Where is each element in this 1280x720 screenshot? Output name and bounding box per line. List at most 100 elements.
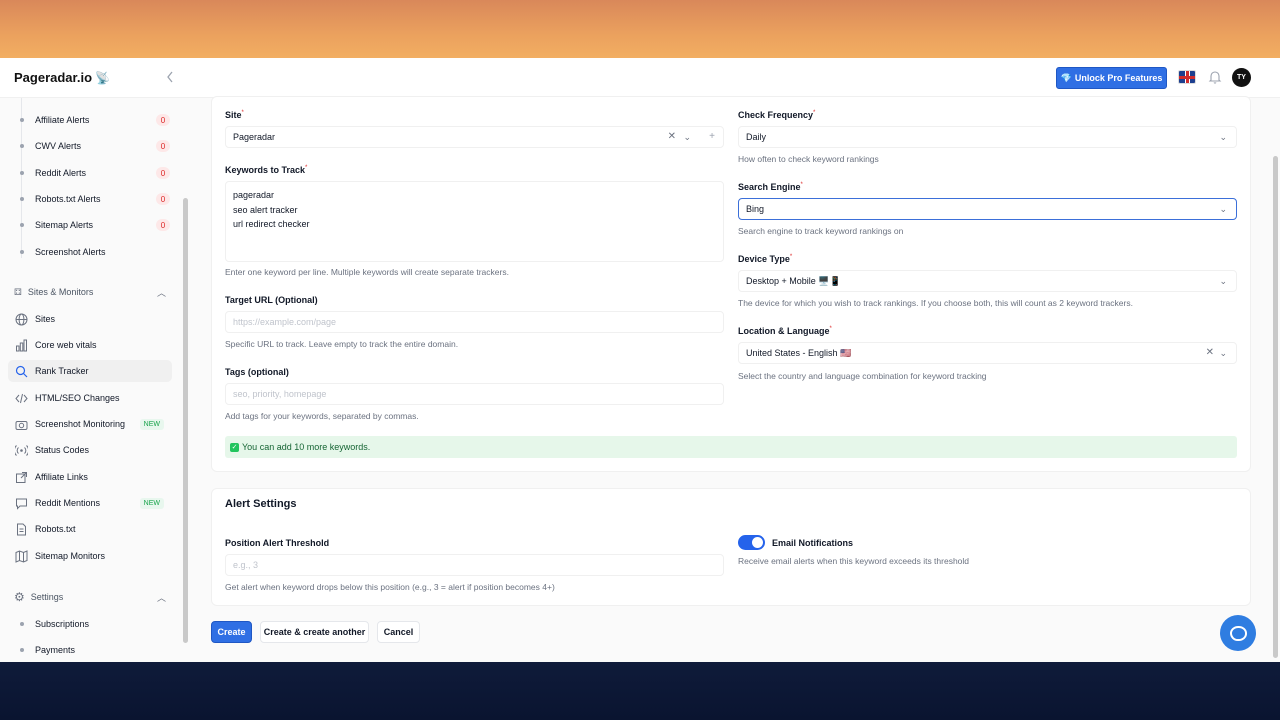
gem-icon: 💎 bbox=[1060, 72, 1072, 83]
keywords-textarea[interactable]: pageradar seo alert tracker url redirect… bbox=[225, 181, 724, 262]
sidebar-item-screenshot-alerts[interactable]: Screenshot Alerts bbox=[20, 242, 170, 262]
sidebar-item-label: Sitemap Alerts bbox=[35, 220, 94, 230]
sidebar-scrollbar[interactable] bbox=[183, 198, 188, 643]
threshold-help: Get alert when keyword drops below this … bbox=[225, 582, 555, 592]
sidebar-item-robots-alerts[interactable]: Robots.txt Alerts 0 bbox=[20, 189, 170, 209]
clear-icon[interactable]: ✕ bbox=[1206, 347, 1214, 358]
keywords-label: Keywords to Track* bbox=[225, 165, 308, 175]
chevron-down-icon[interactable]: ⌄ bbox=[683, 132, 691, 143]
gear-icon: ⚙ bbox=[14, 590, 25, 604]
device-type-help: The device for which you wish to track r… bbox=[738, 298, 1133, 308]
globe-icon bbox=[14, 312, 28, 326]
top-header: Pageradar.io 📡 💎 Unlock Pro Features TY bbox=[0, 58, 1280, 98]
external-link-icon bbox=[14, 470, 28, 484]
sidebar-group-sites-monitors[interactable]: ⚃ Sites & Monitors ︿ bbox=[14, 284, 166, 300]
threshold-input[interactable]: e.g., 3 bbox=[225, 554, 724, 576]
sidebar-item-label: CWV Alerts bbox=[35, 141, 82, 151]
check-frequency-select[interactable]: Daily ⌄ bbox=[738, 126, 1237, 148]
check-icon: ✓ bbox=[230, 442, 239, 452]
sidebar-group-label: Settings bbox=[30, 592, 64, 602]
search-engine-select[interactable]: Bing ⌄ bbox=[738, 198, 1237, 220]
count-badge: 0 bbox=[156, 167, 170, 179]
target-url-placeholder: https://example.com/page bbox=[233, 317, 337, 327]
sidebar-item-label: Payments bbox=[35, 645, 76, 655]
sidebar-group-settings[interactable]: ⚙ Settings ︿ bbox=[14, 589, 166, 605]
target-url-input[interactable]: https://example.com/page bbox=[225, 311, 724, 333]
sidebar-item-subscriptions[interactable]: Subscriptions bbox=[20, 614, 170, 634]
logo[interactable]: Pageradar.io 📡 bbox=[14, 70, 110, 85]
create-button[interactable]: Create bbox=[211, 621, 252, 643]
sidebar-item-reddit-alerts[interactable]: Reddit Alerts 0 bbox=[20, 163, 170, 183]
add-site-icon[interactable]: + bbox=[709, 131, 715, 142]
threshold-label: Position Alert Threshold bbox=[225, 538, 330, 548]
sidebar-item-affiliate-links[interactable]: Affiliate Links bbox=[8, 466, 172, 488]
chevron-down-icon: ⌄ bbox=[1219, 348, 1227, 358]
sidebar-item-label: Reddit Mentions bbox=[35, 498, 101, 508]
app-window: Pageradar.io 📡 💎 Unlock Pro Features TY … bbox=[0, 58, 1280, 662]
tags-input[interactable]: seo, priority, homepage bbox=[225, 383, 724, 405]
search-engine-value: Bing bbox=[746, 204, 765, 214]
tree-icon: ⚃ bbox=[14, 286, 22, 297]
collapse-sidebar-button[interactable] bbox=[163, 69, 177, 85]
keyword-line: seo alert tracker bbox=[233, 204, 298, 215]
site-select-value: Pageradar bbox=[233, 132, 276, 142]
clear-icon[interactable]: ✕ bbox=[668, 131, 676, 142]
keyword-quota-text: You can add 10 more keywords. bbox=[242, 442, 371, 452]
sidebar-item-reddit-mentions[interactable]: Reddit Mentions NEW bbox=[8, 492, 172, 514]
sidebar-item-affiliate-alerts[interactable]: Affiliate Alerts 0 bbox=[20, 110, 170, 130]
site-select[interactable]: Pageradar ✕ ⌄ + bbox=[225, 126, 724, 148]
sidebar-item-payments[interactable]: Payments bbox=[20, 640, 170, 660]
sidebar-item-status-codes[interactable]: Status Codes bbox=[8, 439, 172, 461]
check-frequency-help: How often to check keyword rankings bbox=[738, 154, 879, 164]
email-notifications-label: Email Notifications bbox=[772, 538, 854, 548]
keywords-help: Enter one keyword per line. Multiple key… bbox=[225, 267, 509, 277]
bar-chart-icon bbox=[14, 338, 28, 352]
chevron-down-icon: ⌄ bbox=[1219, 132, 1227, 142]
email-notifications-toggle[interactable] bbox=[738, 535, 765, 550]
camera-icon bbox=[14, 417, 28, 431]
tags-placeholder: seo, priority, homepage bbox=[233, 389, 327, 399]
count-badge: 0 bbox=[156, 219, 170, 231]
create-another-button[interactable]: Create & create another bbox=[260, 621, 369, 643]
sidebar-item-label: Core web vitals bbox=[35, 340, 97, 350]
signal-icon bbox=[14, 443, 28, 457]
sidebar-item-sitemap-monitors[interactable]: Sitemap Monitors bbox=[8, 545, 172, 567]
device-type-value: Desktop + Mobile 🖥️📱 bbox=[746, 275, 841, 286]
chevron-left-icon bbox=[167, 71, 173, 83]
sidebar-item-rank-tracker[interactable]: Rank Tracker bbox=[8, 360, 172, 382]
unlock-pro-label: Unlock Pro Features bbox=[1074, 73, 1163, 83]
new-badge: NEW bbox=[139, 497, 164, 509]
sidebar-item-sites[interactable]: Sites bbox=[8, 308, 172, 330]
sidebar-item-label: Reddit Alerts bbox=[35, 168, 87, 178]
code-icon bbox=[14, 391, 28, 405]
target-url-help: Specific URL to track. Leave empty to tr… bbox=[225, 339, 459, 349]
user-avatar[interactable]: TY bbox=[1232, 68, 1251, 87]
sidebar-item-label: Screenshot Monitoring bbox=[35, 419, 126, 429]
check-frequency-value: Daily bbox=[746, 132, 767, 142]
sidebar-item-label: Sitemap Monitors bbox=[35, 551, 106, 561]
sidebar-item-robots-txt[interactable]: Robots.txt bbox=[8, 518, 172, 540]
language-flag-icon[interactable] bbox=[1178, 70, 1196, 84]
device-type-select[interactable]: Desktop + Mobile 🖥️📱 ⌄ bbox=[738, 270, 1237, 292]
check-frequency-label: Check Frequency* bbox=[738, 110, 816, 120]
chevron-down-icon: ⌄ bbox=[1219, 276, 1227, 286]
notifications-bell-icon[interactable] bbox=[1208, 69, 1222, 85]
cancel-button[interactable]: Cancel bbox=[377, 621, 420, 643]
map-icon bbox=[14, 549, 28, 563]
keyword-quota-message: ✓ You can add 10 more keywords. bbox=[225, 436, 1237, 458]
location-select[interactable]: United States - English 🇺🇸 ✕ ⌄ bbox=[738, 342, 1237, 364]
unlock-pro-button[interactable]: 💎 Unlock Pro Features bbox=[1056, 67, 1167, 89]
location-value: United States - English 🇺🇸 bbox=[746, 347, 852, 358]
sidebar-item-html-seo-changes[interactable]: HTML/SEO Changes bbox=[8, 387, 172, 409]
count-badge: 0 bbox=[156, 193, 170, 205]
main-scrollbar[interactable] bbox=[1273, 156, 1278, 658]
sidebar-item-screenshot-monitoring[interactable]: Screenshot Monitoring NEW bbox=[8, 413, 172, 435]
sidebar-item-sitemap-alerts[interactable]: Sitemap Alerts 0 bbox=[20, 215, 170, 235]
email-notifications-help: Receive email alerts when this keyword e… bbox=[738, 556, 970, 566]
support-chat-button[interactable] bbox=[1220, 615, 1256, 651]
alert-settings-title: Alert Settings bbox=[225, 498, 297, 510]
count-badge: 0 bbox=[156, 114, 170, 126]
chat-bubble-icon bbox=[1229, 625, 1247, 641]
sidebar-item-core-web-vitals[interactable]: Core web vitals bbox=[8, 334, 172, 356]
sidebar-item-cwv-alerts[interactable]: CWV Alerts 0 bbox=[20, 136, 170, 156]
